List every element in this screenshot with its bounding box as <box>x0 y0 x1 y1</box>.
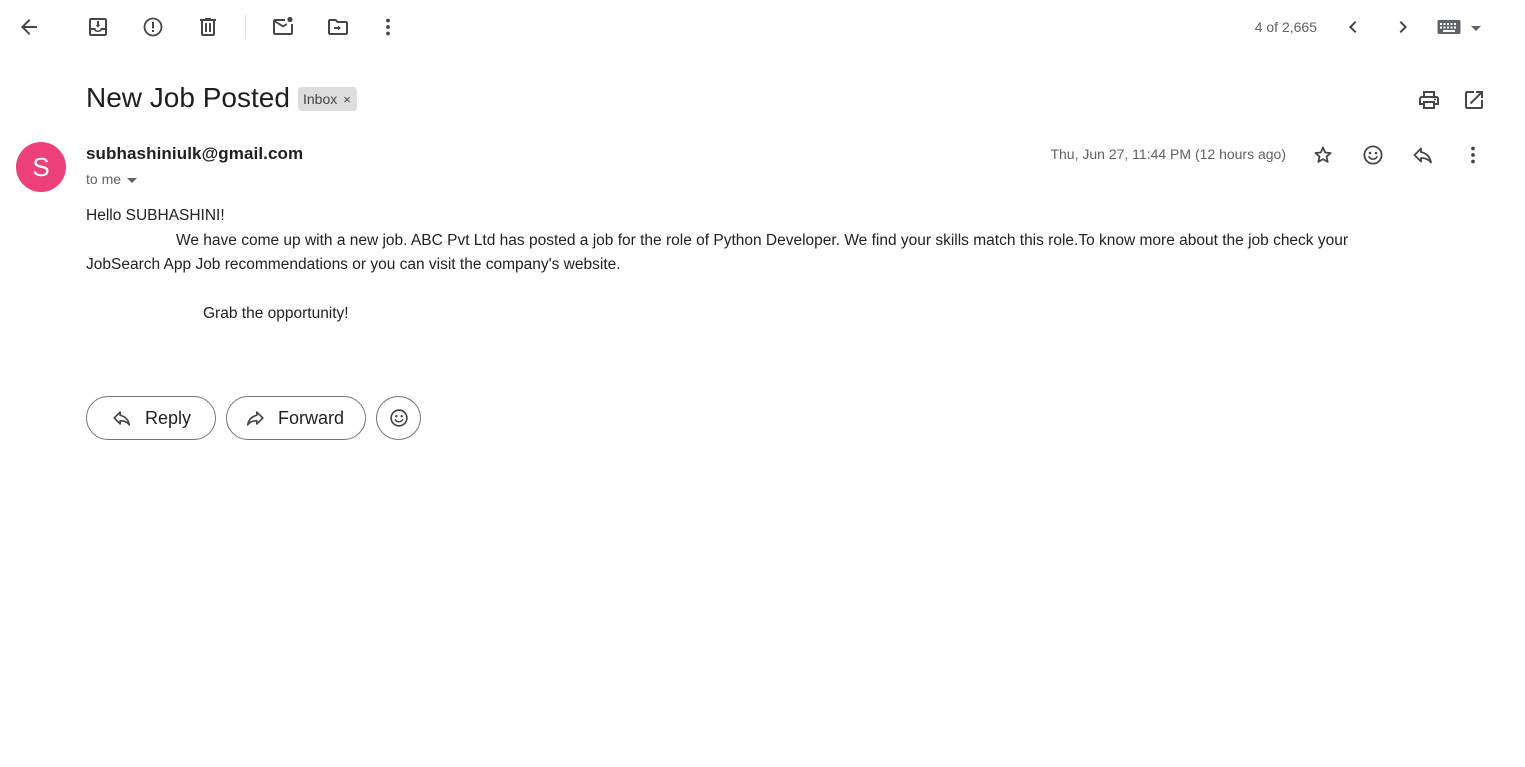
delete-icon <box>196 15 220 39</box>
star-icon <box>1311 143 1335 167</box>
mark-unread-icon <box>271 15 295 39</box>
message-more-button[interactable] <box>1453 135 1493 175</box>
label-chip-text: Inbox <box>303 91 338 107</box>
mark-unread-button[interactable] <box>263 7 303 47</box>
add-reaction-button[interactable] <box>1353 135 1393 175</box>
avatar[interactable]: S <box>16 142 66 192</box>
forward-button[interactable]: Forward <box>226 396 366 440</box>
emoji-icon <box>1361 143 1385 167</box>
email-subject: New Job Posted <box>86 82 290 113</box>
archive-button[interactable] <box>78 7 118 47</box>
more-options-button[interactable] <box>368 7 408 47</box>
body-closing: Grab the opportunity! <box>203 304 349 322</box>
reply-button[interactable]: Reply <box>86 396 216 440</box>
report-spam-icon <box>141 15 165 39</box>
message-counter: 4 of 2,665 <box>1254 19 1317 35</box>
body-greeting: Hello SUBHASHINI! <box>86 207 225 224</box>
inbox-label-chip: Inbox × <box>298 87 357 111</box>
move-to-icon <box>326 15 350 39</box>
message-body: Hello SUBHASHINI! We have come up with a… <box>86 204 1426 326</box>
remove-label-button[interactable]: × <box>343 92 351 107</box>
more-vert-icon <box>376 15 400 39</box>
report-spam-button[interactable] <box>133 7 173 47</box>
reply-icon <box>111 407 133 429</box>
chevron-down-icon <box>1471 25 1481 31</box>
reply-icon <box>1411 143 1435 167</box>
back-button[interactable] <box>9 7 49 47</box>
reply-label: Reply <box>145 407 192 428</box>
back-arrow-icon <box>17 15 41 39</box>
chevron-down-icon <box>127 177 138 183</box>
forward-label: Forward <box>278 407 345 428</box>
open-new-window-button[interactable] <box>1454 80 1494 120</box>
recipient-label: to me <box>86 171 122 187</box>
chevron-left-icon <box>1341 15 1365 39</box>
keyboard-icon <box>1437 19 1461 35</box>
open-in-new-window-icon <box>1462 88 1486 112</box>
input-tools-button[interactable] <box>1437 14 1481 40</box>
forward-icon <box>244 407 266 429</box>
body-paragraph: We have come up with a new job. ABC Pvt … <box>86 231 1349 274</box>
older-button[interactable] <box>1383 7 1423 47</box>
newer-button[interactable] <box>1333 7 1373 47</box>
move-to-button[interactable] <box>318 7 358 47</box>
archive-icon <box>86 15 110 39</box>
chevron-right-icon <box>1391 15 1415 39</box>
sender-email[interactable]: subhashiniulk@gmail.com <box>86 144 303 164</box>
message-date: Thu, Jun 27, 11:44 PM (12 hours ago) <box>1050 146 1286 162</box>
recipient-details-toggle[interactable]: to me <box>86 171 138 187</box>
delete-button[interactable] <box>188 7 228 47</box>
emoji-reaction-button[interactable] <box>376 396 421 440</box>
star-button[interactable] <box>1303 135 1343 175</box>
print-all-button[interactable] <box>1409 80 1449 120</box>
print-icon <box>1417 88 1441 112</box>
reply-icon-button[interactable] <box>1403 135 1443 175</box>
toolbar-divider <box>245 15 246 39</box>
more-vert-icon <box>1461 143 1485 167</box>
emoji-icon <box>388 407 410 429</box>
